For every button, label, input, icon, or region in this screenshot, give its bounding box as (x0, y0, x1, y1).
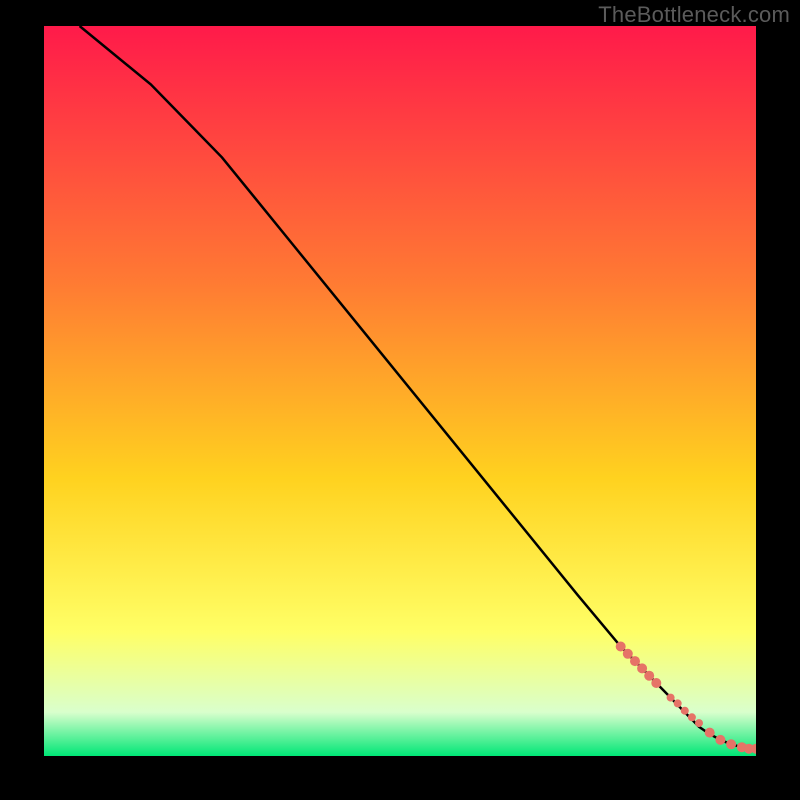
data-point (651, 678, 661, 688)
watermark-text: TheBottleneck.com (598, 2, 790, 28)
plot-area (44, 26, 756, 756)
chart-frame: TheBottleneck.com (0, 0, 800, 800)
data-point (705, 728, 715, 738)
data-point (630, 656, 640, 666)
data-point (637, 663, 647, 673)
data-point (726, 739, 736, 749)
data-point (681, 707, 689, 715)
data-point (695, 719, 703, 727)
data-point (674, 699, 682, 707)
data-point (667, 694, 675, 702)
plot-svg (44, 26, 756, 756)
data-point (623, 649, 633, 659)
data-point (715, 735, 725, 745)
gradient-background (44, 26, 756, 756)
data-point (688, 713, 696, 721)
data-point (616, 642, 626, 652)
data-point (644, 671, 654, 681)
